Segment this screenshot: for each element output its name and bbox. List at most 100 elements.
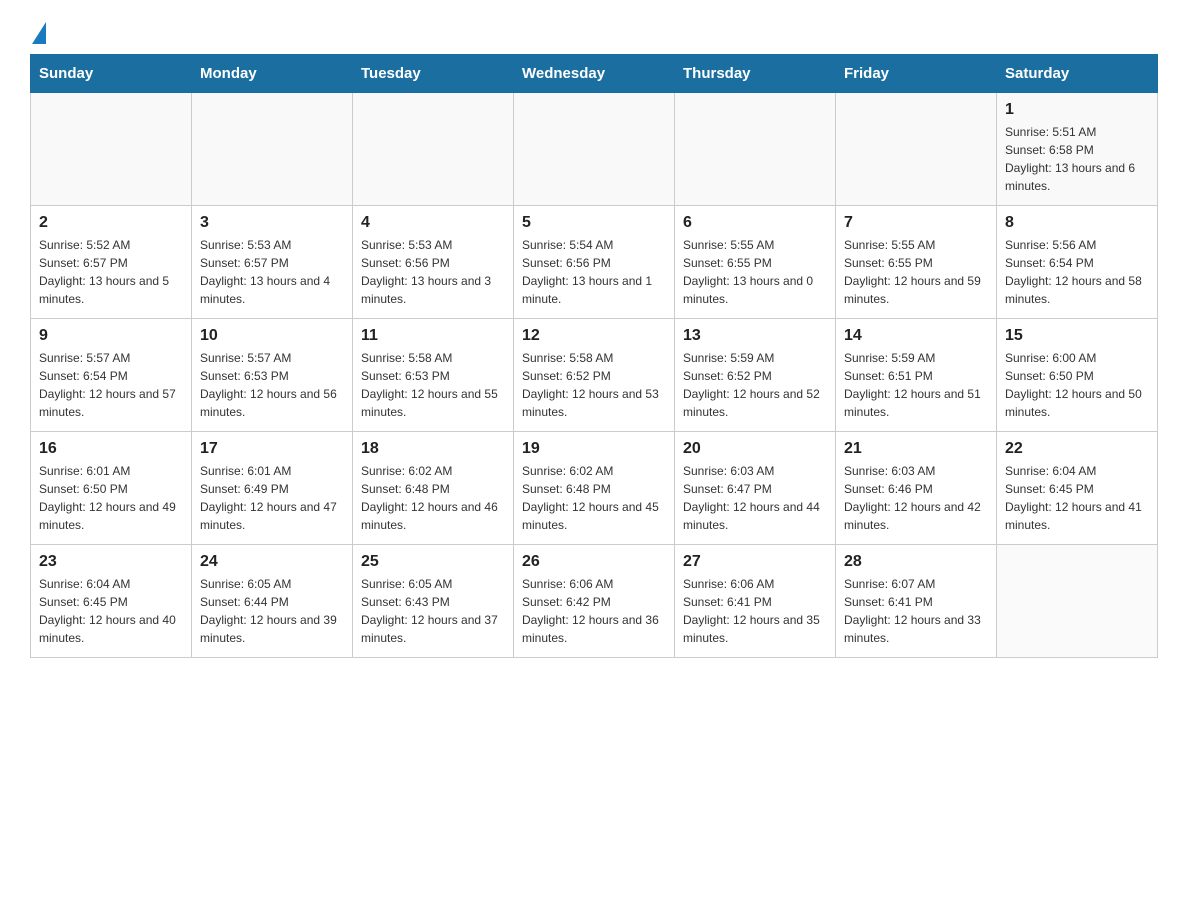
day-info: Sunrise: 5:57 AMSunset: 6:53 PMDaylight:… [200, 349, 344, 421]
calendar-cell [192, 93, 353, 206]
day-number: 7 [844, 214, 988, 232]
day-number: 1 [1005, 101, 1149, 119]
day-info: Sunrise: 6:02 AMSunset: 6:48 PMDaylight:… [361, 462, 505, 534]
calendar-cell: 24Sunrise: 6:05 AMSunset: 6:44 PMDayligh… [192, 545, 353, 658]
calendar-table: SundayMondayTuesdayWednesdayThursdayFrid… [30, 54, 1158, 658]
day-number: 5 [522, 214, 666, 232]
day-number: 4 [361, 214, 505, 232]
day-number: 9 [39, 327, 183, 345]
calendar-cell: 14Sunrise: 5:59 AMSunset: 6:51 PMDayligh… [836, 319, 997, 432]
day-info: Sunrise: 5:58 AMSunset: 6:52 PMDaylight:… [522, 349, 666, 421]
day-number: 21 [844, 440, 988, 458]
day-info: Sunrise: 6:02 AMSunset: 6:48 PMDaylight:… [522, 462, 666, 534]
calendar-week-row: 16 Sunrise: 6:01 AMSunset: 6:50 PMDayligh… [31, 432, 1158, 545]
day-number: 8 [1005, 214, 1149, 232]
day-number: 27 [683, 553, 827, 571]
calendar-cell: 26 Sunrise: 6:06 AMSunset: 6:42 PMDayligh… [514, 545, 675, 658]
calendar-cell: 23Sunrise: 6:04 AMSunset: 6:45 PMDayligh… [31, 545, 192, 658]
header-sunday: Sunday [31, 55, 192, 93]
day-info: Sunrise: 6:07 AMSunset: 6:41 PMDaylight:… [844, 575, 988, 647]
header-thursday: Thursday [675, 55, 836, 93]
logo [30, 20, 46, 44]
day-number: 11 [361, 327, 505, 345]
calendar-cell: 15 Sunrise: 6:00 AMSunset: 6:50 PMDayligh… [997, 319, 1158, 432]
calendar-cell: 16 Sunrise: 6:01 AMSunset: 6:50 PMDayligh… [31, 432, 192, 545]
day-info: Sunrise: 6:06 AMSunset: 6:41 PMDaylight:… [683, 575, 827, 647]
day-info: Sunrise: 6:05 AMSunset: 6:44 PMDaylight:… [200, 575, 344, 647]
day-info: Sunrise: 5:52 AMSunset: 6:57 PMDaylight:… [39, 236, 183, 308]
calendar-week-row: 2 Sunrise: 5:52 AMSunset: 6:57 PMDaylight… [31, 206, 1158, 319]
header-monday: Monday [192, 55, 353, 93]
logo-triangle-icon [32, 22, 46, 44]
calendar-cell [31, 93, 192, 206]
calendar-cell: 17 Sunrise: 6:01 AMSunset: 6:49 PMDayligh… [192, 432, 353, 545]
day-info: Sunrise: 5:53 AMSunset: 6:57 PMDaylight:… [200, 236, 344, 308]
calendar-cell [997, 545, 1158, 658]
calendar-cell: 8 Sunrise: 5:56 AMSunset: 6:54 PMDaylight… [997, 206, 1158, 319]
calendar-cell [675, 93, 836, 206]
calendar-cell: 13 Sunrise: 5:59 AMSunset: 6:52 PMDayligh… [675, 319, 836, 432]
calendar-cell: 9 Sunrise: 5:57 AMSunset: 6:54 PMDaylight… [31, 319, 192, 432]
day-number: 3 [200, 214, 344, 232]
calendar-cell: 7 Sunrise: 5:55 AMSunset: 6:55 PMDaylight… [836, 206, 997, 319]
calendar-cell: 2 Sunrise: 5:52 AMSunset: 6:57 PMDaylight… [31, 206, 192, 319]
calendar-cell [353, 93, 514, 206]
day-info: Sunrise: 5:55 AMSunset: 6:55 PMDaylight:… [844, 236, 988, 308]
calendar-cell: 28Sunrise: 6:07 AMSunset: 6:41 PMDayligh… [836, 545, 997, 658]
calendar-cell: 10 Sunrise: 5:57 AMSunset: 6:53 PMDayligh… [192, 319, 353, 432]
header-tuesday: Tuesday [353, 55, 514, 93]
day-number: 19 [522, 440, 666, 458]
day-info: Sunrise: 6:00 AMSunset: 6:50 PMDaylight:… [1005, 349, 1149, 421]
calendar-week-row: 23Sunrise: 6:04 AMSunset: 6:45 PMDayligh… [31, 545, 1158, 658]
day-number: 26 [522, 553, 666, 571]
day-number: 17 [200, 440, 344, 458]
day-number: 15 [1005, 327, 1149, 345]
page-header [30, 20, 1158, 44]
day-number: 20 [683, 440, 827, 458]
day-number: 16 [39, 440, 183, 458]
calendar-cell: 4Sunrise: 5:53 AMSunset: 6:56 PMDaylight… [353, 206, 514, 319]
day-number: 14 [844, 327, 988, 345]
day-info: Sunrise: 6:01 AMSunset: 6:50 PMDaylight:… [39, 462, 183, 534]
calendar-cell: 11 Sunrise: 5:58 AMSunset: 6:53 PMDayligh… [353, 319, 514, 432]
day-number: 13 [683, 327, 827, 345]
day-info: Sunrise: 6:03 AMSunset: 6:47 PMDaylight:… [683, 462, 827, 534]
header-saturday: Saturday [997, 55, 1158, 93]
calendar-cell: 20 Sunrise: 6:03 AMSunset: 6:47 PMDayligh… [675, 432, 836, 545]
calendar-cell: 21 Sunrise: 6:03 AMSunset: 6:46 PMDayligh… [836, 432, 997, 545]
calendar-cell: 12 Sunrise: 5:58 AMSunset: 6:52 PMDayligh… [514, 319, 675, 432]
day-info: Sunrise: 6:03 AMSunset: 6:46 PMDaylight:… [844, 462, 988, 534]
calendar-cell: 19 Sunrise: 6:02 AMSunset: 6:48 PMDayligh… [514, 432, 675, 545]
calendar-cell: 25 Sunrise: 6:05 AMSunset: 6:43 PMDayligh… [353, 545, 514, 658]
day-number: 6 [683, 214, 827, 232]
calendar-week-row: 9 Sunrise: 5:57 AMSunset: 6:54 PMDaylight… [31, 319, 1158, 432]
day-info: Sunrise: 5:51 AMSunset: 6:58 PMDaylight:… [1005, 123, 1149, 195]
day-info: Sunrise: 5:59 AMSunset: 6:52 PMDaylight:… [683, 349, 827, 421]
day-info: Sunrise: 6:05 AMSunset: 6:43 PMDaylight:… [361, 575, 505, 647]
day-info: Sunrise: 5:55 AMSunset: 6:55 PMDaylight:… [683, 236, 827, 308]
day-number: 25 [361, 553, 505, 571]
day-info: Sunrise: 6:04 AMSunset: 6:45 PMDaylight:… [1005, 462, 1149, 534]
day-info: Sunrise: 5:54 AMSunset: 6:56 PMDaylight:… [522, 236, 666, 308]
day-info: Sunrise: 6:04 AMSunset: 6:45 PMDaylight:… [39, 575, 183, 647]
day-info: Sunrise: 5:56 AMSunset: 6:54 PMDaylight:… [1005, 236, 1149, 308]
calendar-cell: 3 Sunrise: 5:53 AMSunset: 6:57 PMDaylight… [192, 206, 353, 319]
day-number: 22 [1005, 440, 1149, 458]
day-info: Sunrise: 6:01 AMSunset: 6:49 PMDaylight:… [200, 462, 344, 534]
day-info: Sunrise: 5:58 AMSunset: 6:53 PMDaylight:… [361, 349, 505, 421]
day-info: Sunrise: 5:57 AMSunset: 6:54 PMDaylight:… [39, 349, 183, 421]
calendar-cell: 27 Sunrise: 6:06 AMSunset: 6:41 PMDayligh… [675, 545, 836, 658]
calendar-cell: 1 Sunrise: 5:51 AMSunset: 6:58 PMDaylight… [997, 93, 1158, 206]
calendar-week-row: 1 Sunrise: 5:51 AMSunset: 6:58 PMDaylight… [31, 93, 1158, 206]
day-number: 18 [361, 440, 505, 458]
calendar-cell [836, 93, 997, 206]
calendar-cell: 22 Sunrise: 6:04 AMSunset: 6:45 PMDayligh… [997, 432, 1158, 545]
day-info: Sunrise: 6:06 AMSunset: 6:42 PMDaylight:… [522, 575, 666, 647]
calendar-cell: 5 Sunrise: 5:54 AMSunset: 6:56 PMDaylight… [514, 206, 675, 319]
day-number: 10 [200, 327, 344, 345]
header-friday: Friday [836, 55, 997, 93]
calendar-cell: 18 Sunrise: 6:02 AMSunset: 6:48 PMDayligh… [353, 432, 514, 545]
day-number: 12 [522, 327, 666, 345]
day-number: 2 [39, 214, 183, 232]
calendar-cell [514, 93, 675, 206]
